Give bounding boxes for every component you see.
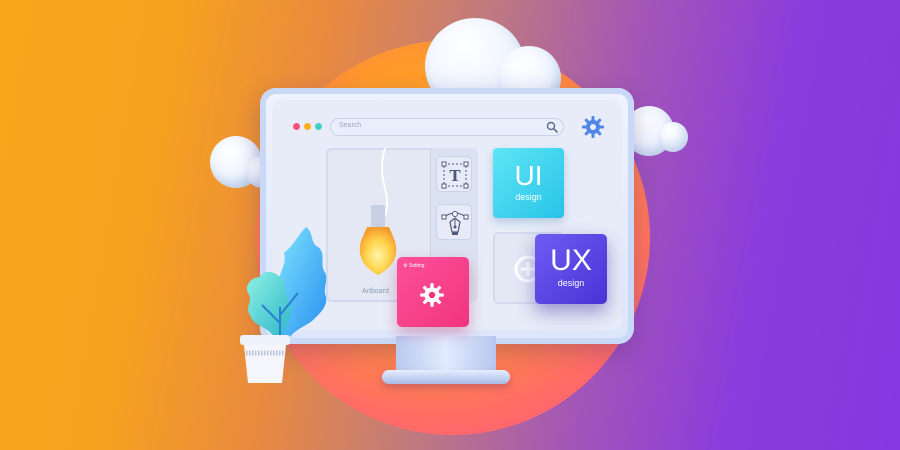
light-bulb-icon (359, 205, 397, 275)
close-dot[interactable] (293, 123, 300, 130)
monitor-base (382, 370, 510, 384)
ui-design-card[interactable]: UI design (493, 148, 564, 218)
ui-card-title: UI (514, 160, 543, 191)
potted-plant (240, 227, 327, 383)
setting-card-label: ⚙ Setting (403, 263, 424, 269)
text-tool-button[interactable]: T (436, 156, 472, 192)
search-icon[interactable] (546, 121, 558, 133)
setting-label-text: Setting (408, 263, 425, 269)
ux-card-subtitle: design (557, 278, 585, 288)
pen-tool-button[interactable] (436, 204, 472, 240)
pen-tool-icon (441, 211, 469, 235)
monitor-stand (396, 336, 496, 374)
setting-small-gear-icon: ⚙ (403, 263, 408, 269)
ux-design-card[interactable]: UX design (535, 234, 607, 304)
search-input[interactable]: Search (330, 118, 564, 136)
svg-text:T: T (449, 167, 461, 185)
setting-gear-icon (420, 283, 444, 307)
ux-card-title: UX (550, 244, 592, 277)
ui-card-subtitle: design (515, 192, 542, 202)
maximize-dot[interactable] (315, 123, 322, 130)
artboard-label: Artboard (362, 288, 389, 295)
minimize-dot[interactable] (304, 123, 311, 130)
gear-icon[interactable] (581, 115, 605, 139)
text-tool-icon: T (441, 161, 469, 189)
window-controls (293, 123, 322, 130)
